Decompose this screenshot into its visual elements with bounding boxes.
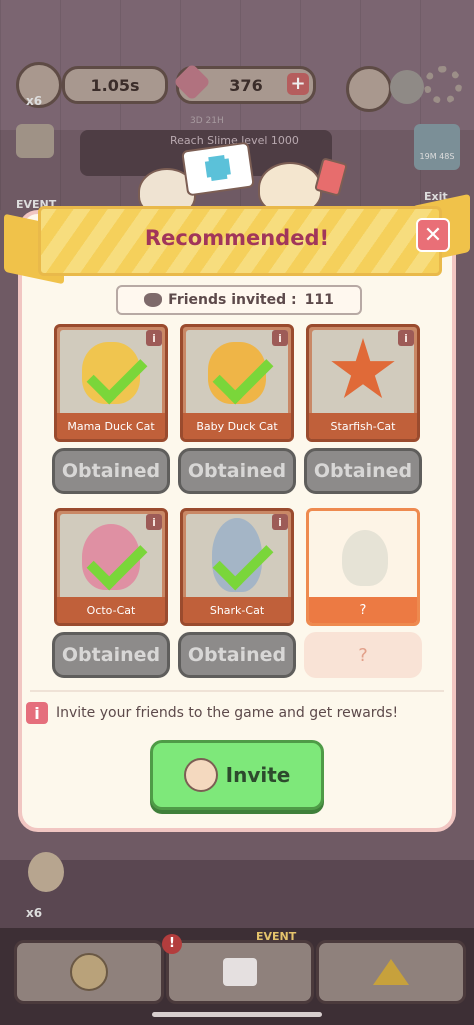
friends-invited-count: 111 <box>304 292 334 308</box>
info-icon[interactable]: i <box>272 330 288 346</box>
friends-invited-label: Friends invited : <box>168 292 297 308</box>
lightbulb-icon[interactable] <box>28 852 64 892</box>
tab-coin[interactable] <box>14 940 164 1004</box>
multiplier-top: x6 <box>26 94 43 108</box>
card-name: Octo-Cat <box>57 597 165 623</box>
timer-value: 1.05s <box>90 75 140 95</box>
side-box[interactable]: 19M 48S <box>414 124 460 170</box>
reward-card-shark-cat[interactable]: i Shark-Cat <box>180 508 294 626</box>
gem-display[interactable]: 376 + <box>173 63 316 104</box>
info-icon[interactable]: i <box>272 514 288 530</box>
coin-tab-icon <box>70 953 108 991</box>
add-friend-icon[interactable] <box>390 70 424 104</box>
reward-card-locked[interactable]: ? <box>306 508 420 626</box>
card-name: ? <box>309 597 417 623</box>
multiplier-bottom: x6 <box>26 906 43 920</box>
gem-count: 376 <box>229 75 263 95</box>
obtained-button[interactable]: Obtained <box>178 448 296 494</box>
reward-card-mama-duck-cat[interactable]: i Mama Duck Cat <box>54 324 168 442</box>
info-icon[interactable]: i <box>146 330 162 346</box>
add-gems-icon[interactable]: + <box>287 73 309 95</box>
quest-timer: 3D 21H <box>190 116 224 126</box>
divider <box>30 690 444 692</box>
obtained-button[interactable]: Obtained <box>52 448 170 494</box>
card-name: Starfish-Cat <box>309 413 417 439</box>
arrow-up-icon <box>373 959 409 985</box>
card-art <box>312 514 414 600</box>
swirl-icon[interactable] <box>346 66 392 112</box>
first-aid-sign-icon <box>181 141 255 197</box>
cat-head-icon <box>144 293 163 307</box>
friends-invited-counter: Friends invited : 111 <box>116 285 362 315</box>
settings-gear-icon[interactable] <box>424 66 462 104</box>
bottom-event-label: EVENT <box>256 930 297 943</box>
locked-button: ? <box>304 632 422 678</box>
home-indicator <box>152 1012 322 1017</box>
card-name: Mama Duck Cat <box>57 413 165 439</box>
modal-title: Recommended! <box>144 226 330 250</box>
invite-hint-text: Invite your friends to the game and get … <box>56 705 399 721</box>
card-name: Shark-Cat <box>183 597 291 623</box>
shirt-icon <box>223 958 257 986</box>
timer-display: 1.05s <box>62 66 168 104</box>
card-name: Baby Duck Cat <box>183 413 291 439</box>
reward-card-baby-duck-cat[interactable]: i Baby Duck Cat <box>180 324 294 442</box>
reward-card-octo-cat[interactable]: i Octo-Cat <box>54 508 168 626</box>
obtained-button[interactable]: Obtained <box>52 632 170 678</box>
invite-label: Invite <box>225 763 291 787</box>
invite-hint: i Invite your friends to the game and ge… <box>26 700 398 726</box>
tab-upgrade[interactable] <box>316 940 466 1004</box>
info-icon[interactable]: i <box>398 330 414 346</box>
mystery-cat-silhouette-icon <box>342 530 388 586</box>
close-button[interactable]: ✕ <box>416 218 450 252</box>
invite-button[interactable]: Invite <box>150 740 324 810</box>
obtained-button[interactable]: Obtained <box>304 448 422 494</box>
alert-badge: ! <box>162 934 182 954</box>
starfish-cat-icon <box>331 338 395 399</box>
title-ribbon: Recommended! <box>0 193 474 285</box>
reward-card-starfish-cat[interactable]: i Starfish-Cat <box>306 324 420 442</box>
side-timer: 19M 48S <box>419 152 455 161</box>
shop-icon[interactable] <box>16 124 54 158</box>
tab-outfit[interactable] <box>166 940 314 1004</box>
info-icon[interactable]: i <box>146 514 162 530</box>
thumbs-up-icon <box>183 758 218 792</box>
obtained-button[interactable]: Obtained <box>178 632 296 678</box>
info-icon: i <box>26 702 48 724</box>
